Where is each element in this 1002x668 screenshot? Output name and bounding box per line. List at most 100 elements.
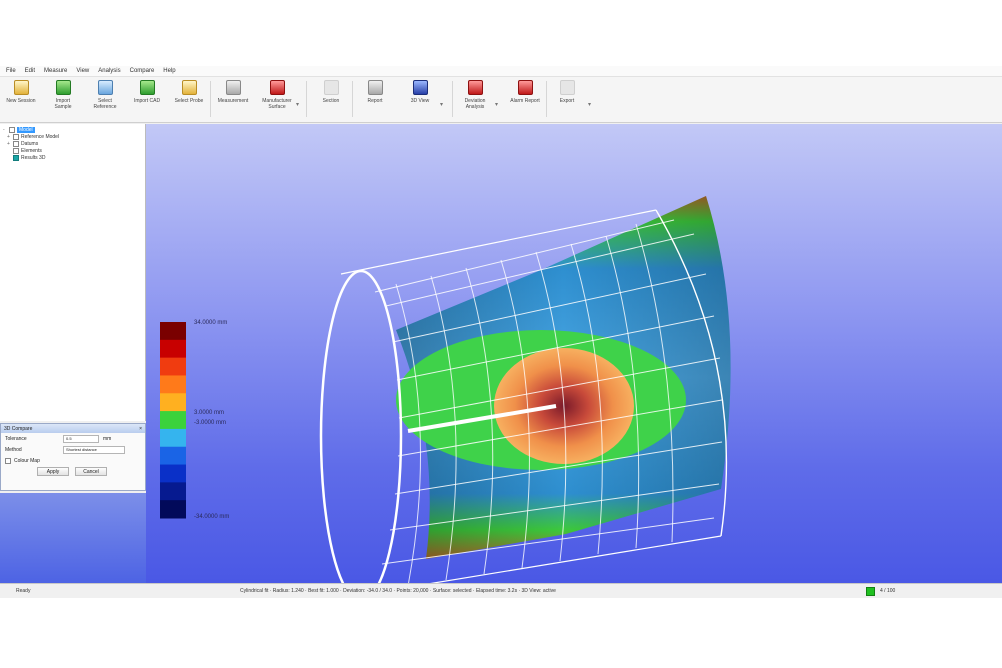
new-session-button[interactable]: New Session	[6, 80, 36, 118]
tolerance-input[interactable]: 0.5	[63, 434, 99, 443]
properties-title-bar: 3D Compare ×	[1, 424, 145, 433]
tolerance-label: Tolerance	[5, 435, 27, 442]
menu-edit[interactable]: Edit	[25, 68, 35, 74]
tree-item-label: Results 3D	[21, 154, 46, 161]
legend-swatch	[160, 464, 186, 483]
alarm-report-label: Alarm Report	[510, 98, 540, 104]
legend-swatch	[160, 446, 186, 466]
import-cad-label: Import CAD	[133, 98, 161, 104]
select-reference-icon	[97, 80, 113, 95]
method-row: Method Shortest distance	[1, 444, 145, 455]
color-scale-legend	[160, 322, 186, 519]
connection-status-icon	[866, 587, 875, 596]
report-icon	[367, 80, 383, 95]
chevron-down-icon[interactable]: ▾	[495, 101, 498, 108]
colour-map-row: Colour Map	[1, 455, 145, 466]
datums-icon	[13, 140, 19, 147]
measurement-label: Measurement	[217, 98, 249, 104]
properties-title: 3D Compare	[4, 425, 33, 432]
menu-compare[interactable]: Compare	[130, 68, 155, 74]
menu-help[interactable]: Help	[163, 68, 175, 74]
chevron-down-icon[interactable]: ▾	[440, 101, 443, 108]
alarm-report-button[interactable]: Alarm Report	[510, 80, 540, 118]
tree-item-elements[interactable]: Elements	[3, 147, 142, 154]
3d-view-icon	[412, 80, 428, 95]
surface-icon	[269, 80, 285, 95]
reference-model-icon	[13, 133, 19, 140]
application-window: File Edit Measure View Analysis Compare …	[0, 66, 1002, 598]
ribbon-toolbar: New Session Import Sample Select Referen…	[0, 77, 1002, 123]
tree-item-results-3d[interactable]: Results 3D	[3, 154, 142, 161]
toolbar-separator	[352, 81, 353, 117]
measurement-button[interactable]: Measurement	[218, 80, 248, 118]
new-session-icon	[13, 80, 29, 95]
3d-view-button[interactable]: 3D View	[405, 80, 435, 118]
tolerance-unit: mm	[103, 435, 112, 442]
apply-button[interactable]: Apply	[37, 467, 69, 476]
deviation-analysis-button[interactable]: Deviation Analysis	[460, 80, 490, 118]
manufacturer-surface-button[interactable]: Manufacturer Surface	[262, 80, 292, 118]
tree-item-model[interactable]: - Model	[3, 126, 142, 133]
select-probe-icon	[181, 80, 197, 95]
cancel-button[interactable]: Cancel	[75, 467, 107, 476]
report-label: Report	[367, 98, 383, 104]
tolerance-row: Tolerance 0.5 mm	[1, 433, 145, 444]
deviation-surface	[396, 196, 731, 559]
method-select[interactable]: Shortest distance	[63, 445, 125, 454]
legend-lower-mid-label: -3.0000 mm	[194, 420, 226, 426]
results-3d-icon	[13, 154, 19, 161]
legend-swatch	[160, 500, 186, 519]
measurement-icon	[225, 80, 241, 95]
legend-swatch	[160, 393, 186, 412]
close-icon[interactable]: ×	[139, 426, 142, 432]
status-counter: 4 / 100	[880, 588, 896, 594]
tree-item-label: Elements	[21, 147, 42, 154]
select-reference-button[interactable]: Select Reference	[90, 80, 120, 118]
select-probe-label: Select Probe	[174, 98, 204, 104]
tree-item-datums[interactable]: + Datums	[3, 140, 142, 147]
alarm-report-icon	[517, 80, 533, 95]
import-sample-label: Import Sample	[54, 98, 72, 110]
import-sample-icon	[55, 80, 71, 95]
legend-upper-mid-label: 3.0000 mm	[194, 410, 224, 416]
section-button[interactable]: Section	[316, 80, 346, 118]
status-ready: Ready	[16, 588, 31, 594]
new-session-label: New Session	[6, 98, 36, 104]
section-label: Section	[322, 98, 340, 104]
3d-view-label: 3D View	[410, 98, 430, 104]
export-label: Export	[559, 98, 575, 104]
export-button[interactable]: Export	[552, 80, 582, 118]
chevron-down-icon[interactable]: ▾	[588, 101, 591, 108]
status-info: Cylindrical fit · Radius: 1.240 · Best f…	[240, 588, 556, 594]
left-panel-background	[0, 493, 146, 583]
legend-swatch	[160, 482, 186, 501]
menu-view[interactable]: View	[76, 68, 89, 74]
legend-swatch	[160, 428, 186, 448]
section-icon	[323, 80, 339, 95]
tree-item-label: Model	[17, 126, 35, 133]
legend-min-label: -34.0000 mm	[194, 514, 229, 520]
model-icon	[9, 126, 15, 133]
model-tree-panel: - Model + Reference Model + Datums Eleme…	[0, 124, 146, 421]
toolbar-separator	[546, 81, 547, 117]
3d-scene[interactable]: 34.0000 mm 3.0000 mm -3.0000 mm -34.0000…	[146, 124, 1002, 583]
import-sample-button[interactable]: Import Sample	[48, 80, 78, 118]
manufacturer-surface-label: Manufacturer Surface	[262, 98, 292, 110]
tree-item-reference-model[interactable]: + Reference Model	[3, 133, 142, 140]
chevron-down-icon[interactable]: ▾	[296, 101, 299, 108]
properties-panel: 3D Compare × Tolerance 0.5 mm Method Sho…	[0, 423, 146, 491]
tree-item-label: Datums	[21, 140, 39, 147]
report-button[interactable]: Report	[360, 80, 390, 118]
legend-max-label: 34.0000 mm	[194, 320, 227, 326]
menu-measure[interactable]: Measure	[44, 68, 67, 74]
colour-map-checkbox[interactable]	[5, 457, 11, 464]
legend-swatch	[160, 375, 186, 394]
status-bar: Ready Cylindrical fit · Radius: 1.240 · …	[0, 583, 1002, 598]
select-probe-button[interactable]: Select Probe	[174, 80, 204, 118]
menu-file[interactable]: File	[6, 68, 16, 74]
3d-viewport[interactable]: 34.0000 mm 3.0000 mm -3.0000 mm -34.0000…	[146, 124, 1002, 583]
menu-analysis[interactable]: Analysis	[98, 68, 120, 74]
import-cad-button[interactable]: Import CAD	[132, 80, 162, 118]
toolbar-separator	[452, 81, 453, 117]
legend-swatch	[160, 357, 186, 376]
